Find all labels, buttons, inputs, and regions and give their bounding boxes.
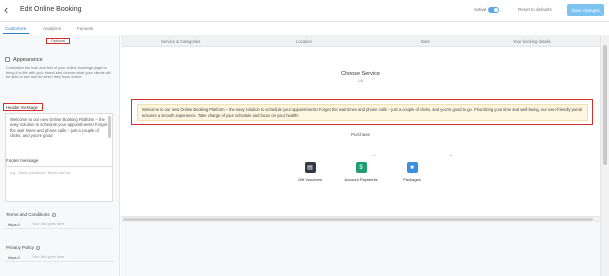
info-icon[interactable] bbox=[51, 212, 56, 217]
top-bar: ‹ Edit Online Booking Active Reset to de… bbox=[0, 0, 609, 22]
header-message-label: Header message bbox=[3, 103, 43, 111]
step-count: 1/5 bbox=[357, 79, 364, 83]
active-toggle[interactable] bbox=[488, 7, 499, 13]
arrow-right-icon: → bbox=[371, 152, 376, 158]
horizontal-scroll-thumb[interactable] bbox=[123, 218, 593, 221]
appearance-icon bbox=[5, 57, 10, 62]
page-title: Edit Online Booking bbox=[20, 6, 82, 13]
choose-service-heading: Choose Service bbox=[341, 71, 380, 77]
purchase-heading: Purchase bbox=[350, 132, 370, 137]
terms-url-placeholder: Your link goes here bbox=[32, 222, 65, 226]
optional-button[interactable]: Optional bbox=[46, 38, 70, 44]
info-icon[interactable] bbox=[36, 245, 41, 250]
gift-voucher-icon: ▤ bbox=[304, 162, 316, 173]
appearance-title: Appearance bbox=[13, 57, 43, 63]
service-label: Packages bbox=[403, 177, 421, 182]
service-packages[interactable]: ■ Packages bbox=[382, 162, 442, 182]
terms-url-field[interactable]: https:// Your link goes here bbox=[5, 220, 113, 229]
preview-bottom-area bbox=[121, 222, 600, 276]
terms-label: Terms and Conditions bbox=[6, 212, 56, 217]
vertical-scroll-thumb[interactable] bbox=[603, 45, 607, 165]
terms-url-prefix: https:// bbox=[8, 222, 21, 227]
active-tab-indicator bbox=[3, 33, 29, 34]
terms-label-text: Terms and Conditions bbox=[6, 212, 50, 217]
privacy-label-text: Privacy Policy bbox=[6, 245, 35, 250]
footer-message-placeholder: e.g., Have questions? Never call us bbox=[10, 171, 70, 175]
footer-message-textarea[interactable]: e.g., Have questions? Never call us bbox=[5, 166, 113, 202]
footer-message-label: Footer message bbox=[6, 158, 39, 163]
header-message-banner: Welcome to our new Online Booking Platfo… bbox=[137, 104, 588, 121]
header-message-highlight: Welcome to our new Online Booking Platfo… bbox=[131, 99, 593, 125]
privacy-url-field[interactable]: https:// Your link goes here bbox=[5, 253, 113, 262]
tab-funnels[interactable]: Funnels bbox=[77, 26, 93, 31]
privacy-url-placeholder: Your link goes here bbox=[32, 255, 65, 259]
arrow-right-icon: → bbox=[448, 152, 453, 158]
step-location[interactable]: Location bbox=[296, 39, 312, 44]
appearance-description: Customize the look and feel of your onli… bbox=[6, 66, 111, 80]
back-chevron-icon[interactable]: ‹ bbox=[4, 3, 8, 17]
header-message-value: Welcome to our new Online Booking Platfo… bbox=[10, 117, 108, 139]
reset-to-defaults-button[interactable]: Reset to defaults bbox=[518, 7, 552, 12]
vertical-scrollbar[interactable] bbox=[600, 35, 609, 276]
step-service-categories[interactable]: Service & Categories bbox=[161, 39, 200, 44]
sidebar: Optional Appearance Customize the look a… bbox=[0, 35, 120, 276]
dollar-icon: $ bbox=[355, 162, 367, 173]
save-changes-button[interactable]: Save changes bbox=[567, 4, 604, 16]
package-icon: ■ bbox=[406, 162, 418, 173]
active-label: Active bbox=[474, 7, 487, 12]
booking-preview: Choose Service 1/5 Welcome to our new On… bbox=[121, 47, 600, 216]
booking-steps: Service & Categories Location Date Your … bbox=[121, 35, 600, 47]
privacy-label: Privacy Policy bbox=[6, 245, 41, 250]
textarea-scrollbar[interactable] bbox=[108, 116, 111, 138]
tab-analytics[interactable]: Analytics bbox=[43, 26, 61, 31]
privacy-url-prefix: https:// bbox=[8, 255, 21, 260]
tab-customize[interactable]: Customize bbox=[5, 26, 26, 31]
step-date[interactable]: Date bbox=[421, 39, 430, 44]
sidebar-tabs: Customize Analytics Funnels bbox=[0, 22, 120, 35]
step-booking-details[interactable]: Your booking details bbox=[513, 39, 551, 44]
